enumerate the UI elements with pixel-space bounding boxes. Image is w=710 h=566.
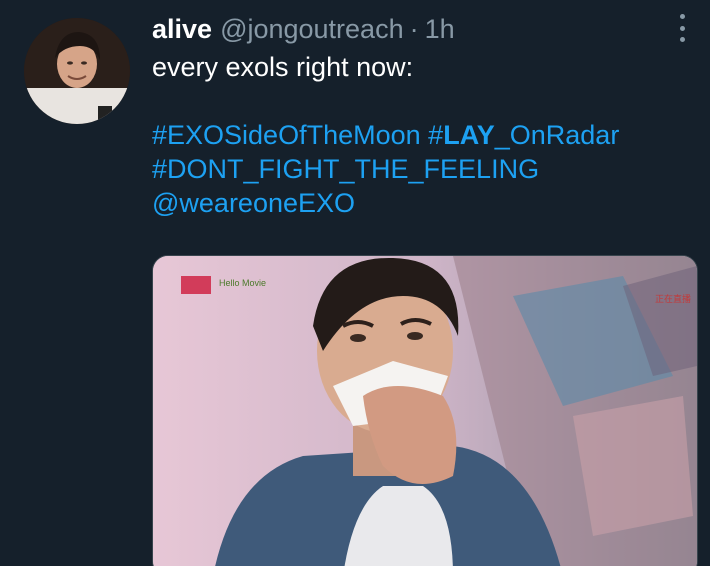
tweet-header: alive @jongoutreach · 1h	[152, 12, 455, 46]
more-vertical-icon[interactable]	[676, 14, 688, 42]
watermark-right: 正在直播	[655, 293, 691, 304]
hashtag-exo-side-of-the-moon[interactable]: #EXOSideOfTheMoon	[152, 120, 421, 150]
more-dot	[679, 37, 685, 42]
more-dot	[679, 25, 685, 31]
author-display-name[interactable]: alive	[152, 12, 212, 46]
media-photo: Hello Movie 正在直播	[153, 256, 697, 566]
tweet-text: every exols right now: #EXOSideOfTheMoon…	[152, 50, 692, 220]
watermark-left: Hello Movie	[219, 278, 266, 288]
avatar[interactable]	[24, 18, 130, 124]
hashtag-dont-fight-the-feeling[interactable]: #DONT_FIGHT_THE_FEELING	[152, 154, 539, 184]
more-dot	[679, 14, 685, 19]
separator-dot: ·	[409, 14, 419, 44]
hashtag-line: #DONT_FIGHT_THE_FEELING	[152, 152, 692, 186]
tweet-timestamp[interactable]: 1h	[425, 12, 455, 46]
author-handle[interactable]: @jongoutreach	[220, 12, 404, 46]
mention-line: @weareoneEXO	[152, 186, 692, 220]
mention-weareoneexo[interactable]: @weareoneEXO	[152, 188, 355, 218]
avatar-image	[24, 18, 130, 124]
hashtag-line: #EXOSideOfTheMoon #LAY_OnRadar	[152, 118, 692, 152]
tweet-media-image[interactable]: Hello Movie 正在直播	[152, 255, 698, 566]
hashtag-lay-on-radar[interactable]: #LAY_OnRadar	[428, 120, 619, 150]
tweet-text-line: every exols right now:	[152, 52, 414, 82]
tweet-card[interactable]: alive @jongoutreach · 1h every exols rig…	[0, 0, 710, 566]
